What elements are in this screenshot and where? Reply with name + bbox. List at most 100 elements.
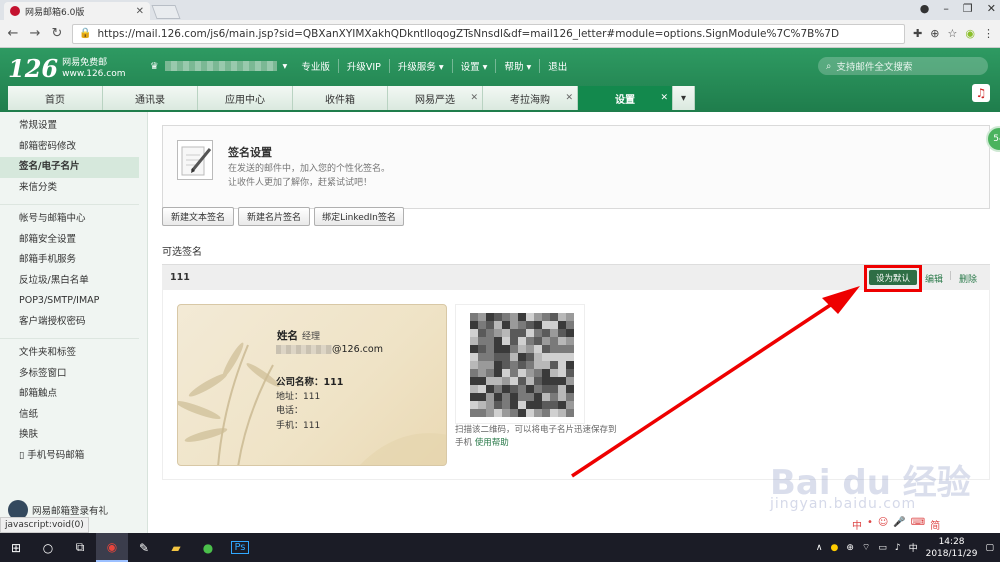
- search-input[interactable]: ⌕ 支持邮件全文搜索: [818, 57, 988, 75]
- wifi-icon[interactable]: ⌔: [862, 542, 870, 553]
- qr-code-image: [470, 313, 574, 417]
- new-text-signature-button[interactable]: 新建文本签名: [162, 207, 234, 226]
- bind-linkedin-signature-button[interactable]: 绑定LinkedIn签名: [314, 207, 404, 226]
- browser-tabstrip: 网易邮箱6.0版 ✕ ● – ❐ ✕: [0, 0, 1000, 20]
- url-input[interactable]: 🔒 https://mail.126.com/js6/main.jsp?sid=…: [72, 23, 906, 44]
- ime-button[interactable]: 中: [852, 517, 862, 532]
- minimize-icon[interactable]: –: [943, 2, 949, 15]
- close-icon[interactable]: ✕: [136, 6, 144, 17]
- nav-tab[interactable]: 应用中心: [198, 86, 293, 110]
- delete-link[interactable]: 删除: [959, 272, 977, 285]
- logo[interactable]: 126 网易免费邮 www.126.com: [8, 54, 126, 83]
- sidebar-group: 文件夹和标签 多标签窗口 邮箱触点 信纸 换肤 ▯ 手机号码邮箱: [0, 339, 139, 472]
- wechat-icon[interactable]: ●: [192, 533, 224, 562]
- sidebar-item[interactable]: 邮箱安全设置: [0, 230, 139, 251]
- top-menu-item[interactable]: 帮助 ▾: [495, 59, 539, 73]
- sidebar-item[interactable]: 邮箱手机服务: [0, 250, 139, 271]
- sidebar-item[interactable]: 邮箱触点: [0, 384, 139, 405]
- nav-tab-label: 考拉海购: [510, 94, 550, 106]
- sidebar-item[interactable]: POP3/SMTP/IMAP: [0, 291, 139, 312]
- chrome-icon[interactable]: ◉: [96, 533, 128, 562]
- tray-app-icon[interactable]: ●: [830, 543, 838, 553]
- notifications-icon[interactable]: ▢: [985, 543, 994, 553]
- top-menu-item[interactable]: 升级服务 ▾: [388, 59, 452, 73]
- close-icon[interactable]: ✕: [470, 93, 478, 103]
- sidebar-item[interactable]: 帐号与邮箱中心: [0, 209, 139, 230]
- menu-icon[interactable]: ⋮: [983, 27, 994, 40]
- top-menu-item[interactable]: 专业版: [293, 59, 338, 73]
- browser-tab[interactable]: 网易邮箱6.0版 ✕: [4, 2, 150, 20]
- clock[interactable]: 14:28 2018/11/29: [926, 536, 978, 560]
- zoom-icon[interactable]: ⊕: [930, 27, 939, 40]
- extension-green-icon[interactable]: ◉: [965, 27, 975, 40]
- ime-icon[interactable]: 中: [909, 541, 918, 554]
- reload-icon[interactable]: ↻: [50, 26, 64, 41]
- sidebar-item[interactable]: ▯ 手机号码邮箱: [0, 446, 139, 467]
- ime-button[interactable]: 简: [930, 517, 940, 532]
- user-email-blurred: [164, 61, 277, 71]
- music-icon[interactable]: ♫: [972, 84, 990, 102]
- nav-tab[interactable]: 考拉海购 ✕: [483, 86, 578, 110]
- sidebar-item[interactable]: 邮箱密码修改: [0, 137, 139, 158]
- card-role: 经理: [302, 332, 321, 342]
- qr-help-link[interactable]: 使用帮助: [475, 438, 509, 448]
- netease-favicon-icon: [10, 6, 20, 16]
- sidebar-item[interactable]: 多标签窗口: [0, 364, 139, 385]
- ime-button[interactable]: •: [867, 517, 873, 532]
- logo-line1: 网易免费邮: [62, 57, 108, 68]
- tray-network-icon[interactable]: ⊕: [846, 543, 854, 553]
- forward-icon[interactable]: →: [28, 26, 42, 41]
- sidebar-item[interactable]: 文件夹和标签: [0, 343, 139, 364]
- set-default-button[interactable]: 设为默认: [869, 270, 917, 285]
- sidebar-item[interactable]: 签名/电子名片: [0, 157, 139, 178]
- more-tabs-icon[interactable]: ▾: [673, 86, 695, 110]
- sidebar-item[interactable]: 客户端授权密码: [0, 312, 139, 333]
- nav-tab-label: 设置: [615, 94, 635, 106]
- account-icon[interactable]: ●: [920, 2, 930, 15]
- nav-tab[interactable]: 网易严选 ✕: [388, 86, 483, 110]
- cortana-icon[interactable]: ○: [32, 533, 64, 562]
- sidebar-item[interactable]: 反垃圾/黑白名单: [0, 271, 139, 292]
- maximize-icon[interactable]: ❐: [963, 2, 973, 15]
- ime-button[interactable]: ☺: [878, 517, 888, 532]
- top-menu-item[interactable]: 升级VIP: [337, 59, 389, 73]
- close-icon[interactable]: ✕: [565, 93, 573, 103]
- sidebar-item[interactable]: 换肤: [0, 425, 139, 446]
- close-icon[interactable]: ✕: [660, 93, 668, 103]
- window-close-icon[interactable]: ✕: [987, 2, 996, 15]
- paint-icon[interactable]: ✎: [128, 533, 160, 562]
- signature-preview-area: 姓名 经理 @126.com 公司名称：111 地址：111 电话： 手机：11…: [162, 290, 990, 480]
- file-explorer-icon[interactable]: ▰: [160, 533, 192, 562]
- sidebar-item[interactable]: 信纸: [0, 405, 139, 426]
- photoshop-icon[interactable]: Ps: [224, 533, 256, 562]
- top-menu-item[interactable]: 退出: [539, 59, 575, 73]
- battery-icon[interactable]: ▭: [878, 543, 887, 553]
- edit-link[interactable]: 编辑: [925, 272, 943, 285]
- sidebar-item[interactable]: 来信分类: [0, 178, 139, 199]
- qr-code: [455, 304, 585, 424]
- nav-tab[interactable]: 通讯录: [103, 86, 198, 110]
- task-view-icon[interactable]: ⧉: [64, 533, 96, 562]
- nav-tab[interactable]: 首页: [8, 86, 103, 110]
- ime-button[interactable]: 🎤: [893, 517, 905, 532]
- nav-tab[interactable]: 收件箱: [293, 86, 388, 110]
- nav-tab[interactable]: 设置 ✕: [578, 86, 673, 110]
- back-icon[interactable]: ←: [6, 26, 20, 41]
- top-menu-item[interactable]: 设置 ▾: [451, 59, 496, 73]
- new-tab-button[interactable]: [151, 5, 181, 19]
- card-name: 姓名: [277, 330, 298, 342]
- ime-button[interactable]: ⌨: [911, 517, 925, 532]
- chevron-down-icon[interactable]: ▾: [283, 61, 288, 72]
- bookmark-star-icon[interactable]: ☆: [948, 27, 958, 40]
- card-mobile: 手机：111: [276, 421, 321, 431]
- new-card-signature-button[interactable]: 新建名片签名: [238, 207, 310, 226]
- extension-icon[interactable]: ✚: [913, 27, 922, 40]
- taskbar: ⊞ ○ ⧉ ◉ ✎ ▰ ● Ps ∧ ● ⊕ ⌔ ▭ ♪ 中 14:28 201…: [0, 533, 1000, 562]
- windows-start-icon[interactable]: ⊞: [0, 533, 32, 562]
- tray-chevron-icon[interactable]: ∧: [816, 543, 823, 553]
- sidebar-item[interactable]: 常规设置: [0, 116, 139, 137]
- volume-icon[interactable]: ♪: [895, 543, 901, 553]
- nav-tab-label: 通讯录: [135, 94, 165, 106]
- signature-desc-1: 在发送的邮件中，加入您的个性化签名。: [228, 164, 391, 174]
- nav-tab-label: 收件箱: [325, 94, 355, 106]
